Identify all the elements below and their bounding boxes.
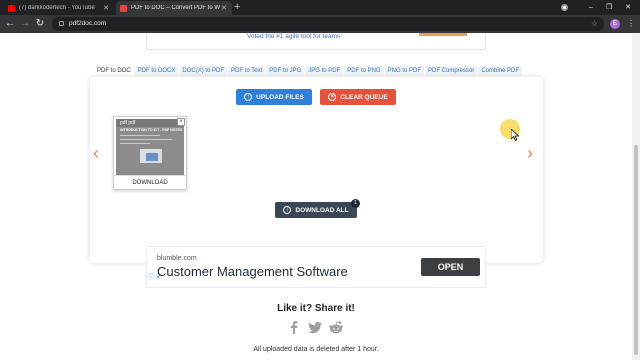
- address-bar[interactable]: pdf2doc.com ☆: [52, 17, 604, 31]
- download-icon: ↓: [283, 206, 292, 214]
- tab-docx-to-pdf[interactable]: DOC(X) to PDF: [179, 66, 228, 76]
- page-content: Voted the #1 agile tool for teams PDF to…: [0, 33, 640, 360]
- file-download-button[interactable]: DOWNLOAD: [114, 175, 186, 189]
- converter-panel: ↑ UPLOAD FILES × CLEAR QUEUE ‹ › pdf pdf…: [90, 77, 543, 263]
- restore-button[interactable]: ❐: [600, 0, 618, 15]
- upload-files-button[interactable]: ↑ UPLOAD FILES: [236, 89, 312, 105]
- chevron-left-icon[interactable]: ‹: [93, 144, 99, 162]
- close-tab-icon[interactable]: ✕: [220, 4, 228, 12]
- clear-icon: ×: [328, 93, 337, 101]
- top-banner-button[interactable]: [419, 33, 467, 36]
- browser-menu-icon[interactable]: ⋮: [627, 18, 635, 30]
- tab-pdf-to-doc[interactable]: PDF to DOC: [94, 66, 134, 76]
- close-window-button[interactable]: ✕: [619, 0, 637, 15]
- minimize-button[interactable]: –: [582, 0, 600, 15]
- browser-toolbar: ← → ↻ pdf2doc.com ☆: [0, 15, 640, 33]
- lock-icon[interactable]: [59, 21, 64, 26]
- mouse-cursor-icon: [511, 129, 520, 141]
- chevron-right-icon[interactable]: ›: [527, 144, 533, 162]
- clear-label: CLEAR QUEUE: [340, 93, 388, 101]
- url-text[interactable]: pdf2doc.com: [69, 17, 106, 31]
- facebook-icon[interactable]: [285, 320, 302, 334]
- upload-icon: ↑: [244, 93, 253, 101]
- reload-button[interactable]: ↻: [33, 16, 47, 32]
- tab-youtube[interactable]: (7) darkkodertech - YouTube ✕: [4, 1, 114, 15]
- profile-avatar[interactable]: E: [610, 19, 620, 29]
- ad-domain: blumble.com: [157, 255, 197, 262]
- youtube-icon: [8, 4, 15, 12]
- browser-tabstrip: (7) darkkodertech - YouTube ✕ PDF to DOC…: [0, 0, 640, 15]
- file-count-badge: 1: [351, 199, 360, 208]
- tab-pdf-to-docx[interactable]: PDF to DOCX: [134, 66, 179, 76]
- ad-choices-icon[interactable]: ⓘ ✕: [148, 275, 161, 282]
- ad-open-button[interactable]: OPEN: [421, 258, 480, 276]
- page-scrollbar[interactable]: [632, 33, 640, 360]
- tab-pdf-to-text[interactable]: PDF to Text: [228, 66, 266, 76]
- back-button[interactable]: ←: [3, 16, 17, 32]
- tab-pdf-to-png[interactable]: PDF to PNG: [344, 66, 384, 76]
- close-tab-icon[interactable]: ✕: [102, 4, 110, 12]
- bookmark-star-icon[interactable]: ☆: [591, 17, 598, 31]
- top-ad-banner[interactable]: Voted the #1 agile tool for teams: [146, 33, 486, 50]
- tab-png-to-pdf[interactable]: PNG to PDF: [384, 66, 424, 76]
- top-banner-text: Voted the #1 agile tool for teams: [247, 33, 341, 40]
- share-title: Like it? Share it!: [277, 303, 355, 314]
- file-card: pdf pdf INTRODUCTION TO ICT - PDF NOTES …: [113, 116, 187, 190]
- clear-queue-button[interactable]: × CLEAR QUEUE: [320, 89, 396, 105]
- tab-jpg-to-pdf[interactable]: JPG to PDF: [305, 66, 344, 76]
- tab-pdf-compressor[interactable]: PDF Compressor: [424, 66, 478, 76]
- ad-headline[interactable]: Customer Management Software: [157, 264, 348, 279]
- reddit-icon[interactable]: [327, 320, 344, 334]
- tab-combine-pdf[interactable]: Combine PDF: [478, 66, 523, 76]
- ad-banner[interactable]: blumble.com Customer Management Software…: [146, 246, 486, 288]
- remove-file-button[interactable]: ×: [177, 118, 185, 126]
- download-all-label: DOWNLOAD ALL: [295, 206, 349, 214]
- retention-note: All uploaded data is deleted after 1 hou…: [253, 346, 379, 353]
- tab-pdf-to-jpg[interactable]: PDF to JPG: [266, 66, 305, 76]
- tab-title: PDF to DOC – Convert PDF to W: [131, 5, 220, 11]
- scrollbar-thumb[interactable]: [634, 145, 638, 355]
- new-tab-button[interactable]: +: [234, 1, 240, 14]
- twitter-icon[interactable]: [306, 320, 323, 334]
- tool-tabs: PDF to DOC PDF to DOCX DOC(X) to PDF PDF…: [94, 66, 523, 76]
- download-all-button[interactable]: ↓ DOWNLOAD ALL: [275, 202, 357, 218]
- recording-icon: [561, 4, 568, 11]
- file-thumbnail: pdf pdf INTRODUCTION TO ICT - PDF NOTES: [116, 119, 184, 175]
- thumbnail-title: INTRODUCTION TO ICT - PDF NOTES: [120, 128, 183, 132]
- thumbnail-logo: pdf pdf: [120, 120, 136, 126]
- tab-pdf2doc[interactable]: PDF to DOC – Convert PDF to W ✕: [116, 1, 232, 15]
- forward-button[interactable]: →: [18, 16, 32, 32]
- upload-label: UPLOAD FILES: [256, 93, 304, 101]
- pdf2doc-icon: [120, 4, 127, 12]
- share-icons: [285, 320, 348, 334]
- tab-title: (7) darkkodertech - YouTube: [19, 5, 95, 11]
